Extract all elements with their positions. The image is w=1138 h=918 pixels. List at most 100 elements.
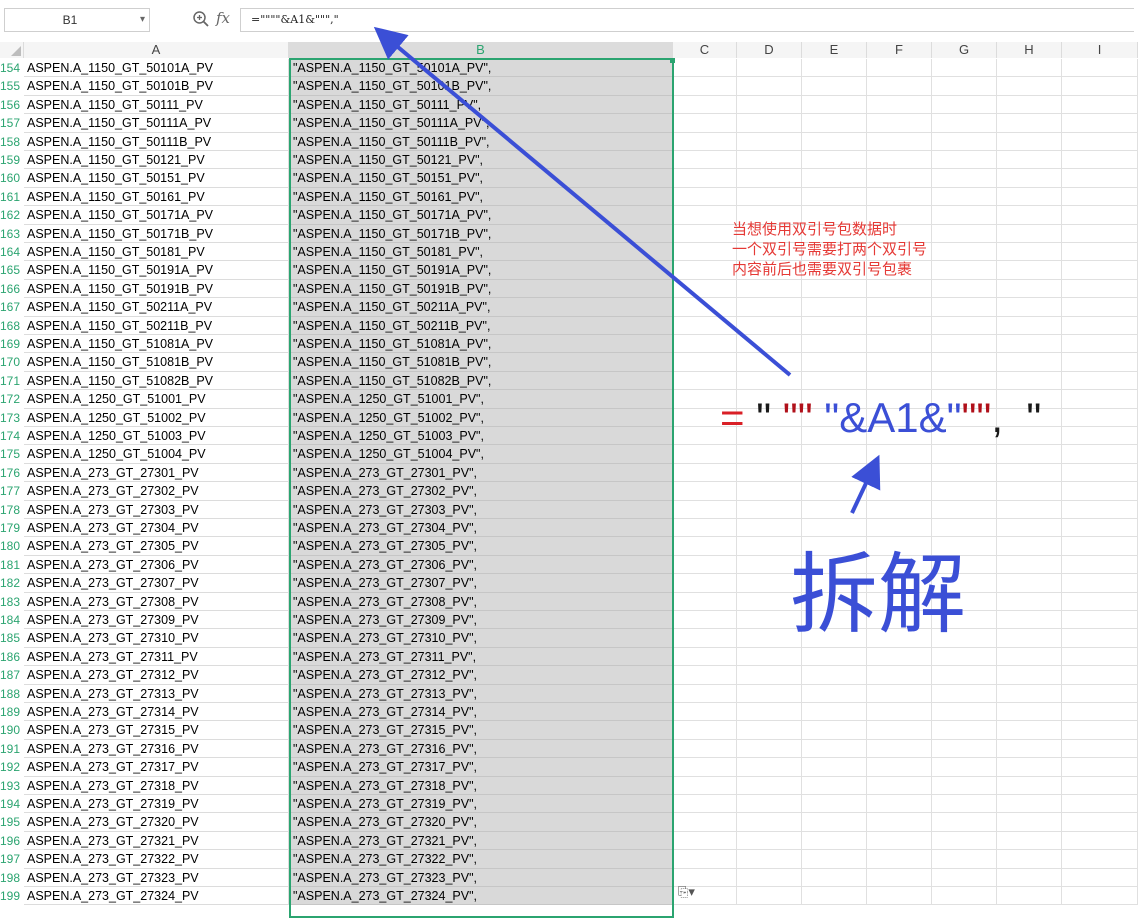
empty-cell[interactable] <box>932 353 997 372</box>
empty-cell[interactable] <box>737 500 802 519</box>
empty-cell[interactable] <box>737 666 802 685</box>
select-all-corner[interactable] <box>0 42 24 58</box>
empty-cell[interactable] <box>1062 831 1138 851</box>
empty-cell[interactable] <box>1062 703 1138 722</box>
empty-cell[interactable] <box>802 684 867 703</box>
cell-b[interactable]: "ASPEN.A_1150_GT_50191B_PV", <box>289 279 673 299</box>
cell-b[interactable]: "ASPEN.A_1150_GT_50151_PV", <box>289 169 673 188</box>
empty-cell[interactable] <box>673 206 737 225</box>
row-number[interactable]: 154 <box>0 59 23 77</box>
empty-cell[interactable] <box>997 77 1062 96</box>
empty-cell[interactable] <box>737 445 802 464</box>
empty-cell[interactable] <box>997 611 1062 630</box>
empty-cell[interactable] <box>932 261 997 280</box>
empty-cell[interactable] <box>932 95 997 115</box>
empty-cell[interactable] <box>673 776 737 795</box>
empty-cell[interactable] <box>737 316 802 335</box>
empty-cell[interactable] <box>932 758 997 777</box>
empty-cell[interactable] <box>673 224 737 243</box>
row-number[interactable]: 188 <box>0 685 23 703</box>
empty-cell[interactable] <box>997 59 1062 78</box>
empty-cell[interactable] <box>673 813 737 832</box>
cell-a[interactable]: ASPEN.A_273_GT_27301_PV <box>24 463 289 483</box>
empty-cell[interactable] <box>1062 132 1138 151</box>
cell-a[interactable]: ASPEN.A_273_GT_27317_PV <box>24 758 289 777</box>
cell-a[interactable]: ASPEN.A_1250_GT_51004_PV <box>24 445 289 464</box>
cell-a[interactable]: ASPEN.A_273_GT_27318_PV <box>24 776 289 795</box>
row-number[interactable]: 178 <box>0 501 23 519</box>
row-number[interactable]: 167 <box>0 298 23 316</box>
row-number[interactable]: 181 <box>0 556 23 574</box>
row-number[interactable]: 187 <box>0 666 23 684</box>
empty-cell[interactable] <box>737 335 802 354</box>
empty-cell[interactable] <box>932 187 997 207</box>
empty-cell[interactable] <box>932 77 997 96</box>
row-number[interactable]: 189 <box>0 703 23 721</box>
empty-cell[interactable] <box>673 371 737 391</box>
empty-cell[interactable] <box>867 519 932 538</box>
empty-cell[interactable] <box>932 868 997 887</box>
empty-cell[interactable] <box>997 279 1062 299</box>
empty-cell[interactable] <box>1062 592 1138 611</box>
cell-a[interactable]: ASPEN.A_273_GT_27306_PV <box>24 555 289 575</box>
row-number[interactable]: 182 <box>0 574 23 592</box>
empty-cell[interactable] <box>802 831 867 851</box>
empty-cell[interactable] <box>673 519 737 538</box>
cell-b[interactable]: "ASPEN.A_1150_GT_50171B_PV", <box>289 224 673 243</box>
empty-cell[interactable] <box>673 353 737 372</box>
row-number[interactable]: 183 <box>0 593 23 611</box>
cell-a[interactable]: ASPEN.A_273_GT_27316_PV <box>24 739 289 759</box>
row-number[interactable]: 160 <box>0 169 23 187</box>
empty-cell[interactable] <box>867 868 932 887</box>
row-number[interactable]: 194 <box>0 795 23 813</box>
empty-cell[interactable] <box>1062 611 1138 630</box>
empty-cell[interactable] <box>867 850 932 869</box>
cell-b[interactable]: "ASPEN.A_1150_GT_50101A_PV", <box>289 59 673 78</box>
cell-a[interactable]: ASPEN.A_273_GT_27308_PV <box>24 592 289 611</box>
empty-cell[interactable] <box>1062 795 1138 814</box>
empty-cell[interactable] <box>1062 408 1138 427</box>
empty-cell[interactable] <box>673 298 737 317</box>
empty-cell[interactable] <box>997 371 1062 391</box>
empty-cell[interactable] <box>997 243 1062 262</box>
empty-cell[interactable] <box>737 684 802 703</box>
empty-cell[interactable] <box>867 279 932 299</box>
column-header-f[interactable]: F <box>867 42 932 58</box>
empty-cell[interactable] <box>1062 868 1138 887</box>
column-header-h[interactable]: H <box>997 42 1062 58</box>
empty-cell[interactable] <box>997 224 1062 243</box>
empty-cell[interactable] <box>737 114 802 133</box>
empty-cell[interactable] <box>737 353 802 372</box>
empty-cell[interactable] <box>802 169 867 188</box>
empty-cell[interactable] <box>867 721 932 740</box>
empty-cell[interactable] <box>997 703 1062 722</box>
cell-a[interactable]: ASPEN.A_1150_GT_50181_PV <box>24 243 289 262</box>
empty-cell[interactable] <box>737 813 802 832</box>
cell-a[interactable]: ASPEN.A_273_GT_27304_PV <box>24 519 289 538</box>
empty-cell[interactable] <box>867 335 932 354</box>
cell-a[interactable]: ASPEN.A_1150_GT_50111_PV <box>24 95 289 115</box>
empty-cell[interactable] <box>673 316 737 335</box>
empty-cell[interactable] <box>997 482 1062 501</box>
empty-cell[interactable] <box>737 758 802 777</box>
cell-a[interactable]: ASPEN.A_273_GT_27307_PV <box>24 574 289 593</box>
row-number[interactable]: 170 <box>0 353 23 371</box>
empty-cell[interactable] <box>1062 776 1138 795</box>
row-number[interactable]: 163 <box>0 225 23 243</box>
empty-cell[interactable] <box>737 721 802 740</box>
empty-cell[interactable] <box>673 335 737 354</box>
empty-cell[interactable] <box>997 298 1062 317</box>
empty-cell[interactable] <box>932 776 997 795</box>
empty-cell[interactable] <box>673 574 737 593</box>
empty-cell[interactable] <box>867 445 932 464</box>
fx-icon[interactable]: fx <box>216 9 230 27</box>
empty-cell[interactable] <box>1062 574 1138 593</box>
cell-a[interactable]: ASPEN.A_1150_GT_50161_PV <box>24 187 289 207</box>
row-number[interactable]: 186 <box>0 648 23 666</box>
empty-cell[interactable] <box>737 298 802 317</box>
cell-a[interactable]: ASPEN.A_273_GT_27303_PV <box>24 500 289 519</box>
empty-cell[interactable] <box>802 703 867 722</box>
row-number[interactable]: 155 <box>0 77 23 95</box>
empty-cell[interactable] <box>997 574 1062 593</box>
empty-cell[interactable] <box>997 813 1062 832</box>
